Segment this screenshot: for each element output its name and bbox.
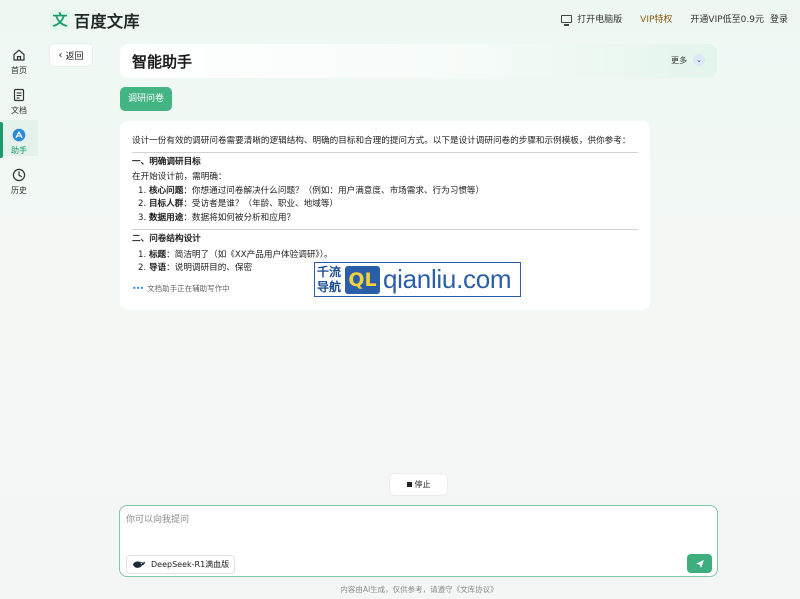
more-label: 更多 bbox=[671, 55, 687, 65]
survey-tag[interactable]: 调研问卷 bbox=[120, 87, 172, 111]
sidebar-item-docs[interactable]: 文档 bbox=[0, 88, 38, 116]
vip-offer-label: 开通VIP低至0.9元 bbox=[690, 15, 764, 25]
ai-disclaimer: 内容由AI生成，仅供参考，请遵守《文库协议》 bbox=[340, 585, 498, 594]
assistant-icon bbox=[12, 128, 26, 142]
list-item: 1. 标题：简洁明了（如《XX产品用户体验调研》）。 bbox=[138, 249, 333, 260]
logo-text: 百度文库 bbox=[74, 12, 141, 31]
chat-input-box: DeepSeek-R1满血版 bbox=[119, 505, 718, 577]
list-item: 2. 目标人群：受访者是谁？（年龄、职业、地域等） bbox=[138, 199, 339, 209]
vip-privilege-link[interactable]: VIP特权 bbox=[640, 12, 672, 25]
page-title: 智能助手 bbox=[132, 52, 193, 71]
sidebar-item-home[interactable]: 首页 bbox=[0, 48, 38, 76]
model-label: DeepSeek-R1满血版 bbox=[151, 560, 230, 569]
open-pc-button[interactable]: 打开电脑版 bbox=[561, 12, 623, 26]
home-icon bbox=[13, 49, 25, 61]
stop-button[interactable]: 停止 bbox=[390, 474, 447, 495]
vip-privilege-label: VIP特权 bbox=[640, 15, 673, 25]
back-button[interactable]: ‹ 返回 bbox=[50, 44, 92, 66]
sidebar-item-history[interactable]: 历史 bbox=[0, 168, 38, 196]
chevron-down-icon: ⌄ bbox=[693, 54, 705, 66]
section-heading: 一、明确调研目标 bbox=[132, 156, 201, 167]
watermark-url: qianliu.com bbox=[383, 264, 512, 294]
send-icon bbox=[695, 559, 704, 568]
list-item: 1. 核心问题：你想通过问卷解决什么问题？（例如：用户满意度、市场需求、行为习惯… bbox=[138, 185, 485, 196]
send-button[interactable] bbox=[687, 554, 712, 573]
sidebar: 首页 文档 助手 历史 bbox=[0, 38, 38, 599]
typing-dots-icon: ••• bbox=[132, 283, 144, 293]
stop-label: 停止 bbox=[414, 480, 431, 489]
top-header: 文 百度文库 打开电脑版 VIP特权 开通VIP低至0.9元 登录 bbox=[0, 0, 800, 38]
watermark-banner: 千流 导航 QL qianliu.com bbox=[314, 262, 521, 297]
divider bbox=[132, 151, 638, 153]
sidebar-item-label: 历史 bbox=[11, 186, 27, 195]
watermark-cn: 千流 导航 bbox=[317, 264, 342, 294]
login-link[interactable]: 登录 bbox=[770, 12, 788, 25]
list-item: 3. 数据用途：数据将如何被分析和应用？ bbox=[138, 212, 296, 223]
sidebar-item-label: 首页 bbox=[11, 66, 27, 75]
chevron-left-icon: ‹ bbox=[58, 49, 63, 61]
login-label: 登录 bbox=[769, 15, 788, 25]
model-selector[interactable]: DeepSeek-R1满血版 bbox=[126, 555, 236, 574]
question-input[interactable] bbox=[126, 512, 711, 550]
assistant-title-card: 智能助手 更多 ⌄ bbox=[120, 44, 717, 78]
logo-mark: 文 bbox=[50, 10, 70, 30]
watermark-logo: QL bbox=[345, 265, 380, 294]
brand-logo[interactable]: 文 百度文库 bbox=[50, 8, 140, 32]
section-lead: 在开始设计前，需明确： bbox=[132, 172, 227, 182]
monitor-icon bbox=[561, 14, 573, 26]
divider bbox=[132, 229, 638, 230]
history-icon bbox=[12, 168, 26, 182]
sidebar-item-assistant[interactable]: 助手 bbox=[0, 122, 38, 158]
document-icon bbox=[13, 88, 25, 102]
sidebar-item-label: 助手 bbox=[11, 146, 27, 155]
stop-icon bbox=[406, 482, 412, 487]
response-intro: 设计一份有效的调研问卷需要清晰的逻辑结构、明确的目标和合理的提问方式。以下是设计… bbox=[132, 136, 631, 146]
more-button[interactable]: 更多 ⌄ bbox=[671, 54, 705, 66]
open-pc-label: 打开电脑版 bbox=[577, 15, 623, 25]
section-heading: 二、问卷结构设计 bbox=[132, 234, 201, 244]
deepseek-whale-icon bbox=[133, 561, 146, 568]
back-label: 返回 bbox=[65, 51, 84, 62]
header-actions: 打开电脑版 VIP特权 开通VIP低至0.9元 登录 bbox=[543, 12, 788, 26]
goal-list: 1. 核心问题：你想通过问卷解决什么问题？（例如：用户满意度、市场需求、行为习惯… bbox=[132, 185, 638, 226]
vip-offer-link[interactable]: 开通VIP低至0.9元 bbox=[690, 12, 764, 25]
sidebar-item-label: 文档 bbox=[11, 106, 27, 115]
